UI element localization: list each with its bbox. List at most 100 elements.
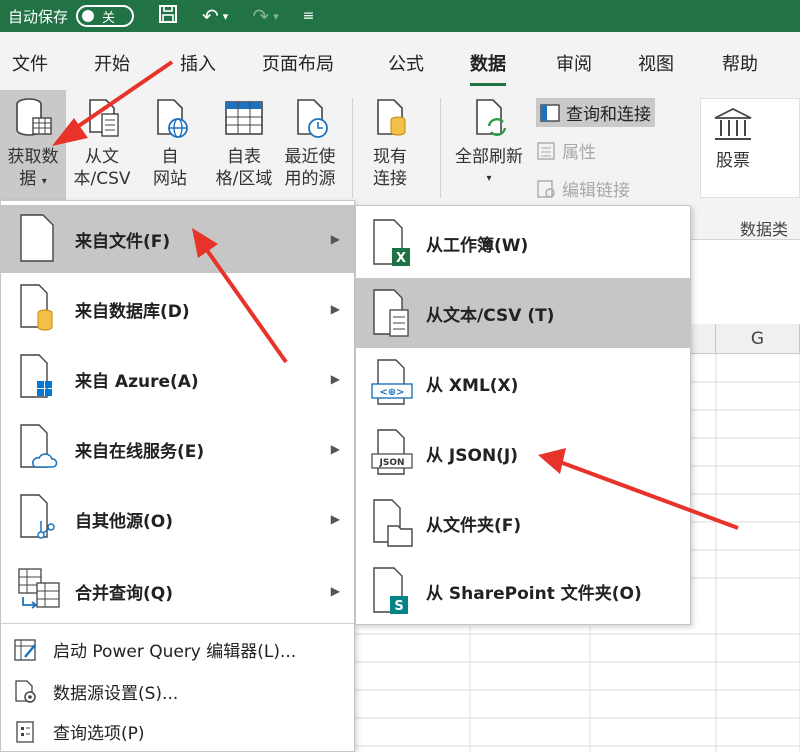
menu-separator [1,623,354,624]
menu-item-combine-queries[interactable]: 合并查询(Q) ▶ [1,557,354,625]
refresh-all-button[interactable]: 全部刷新 ▾ [448,96,530,190]
menu-item-label: 从工作簿(W) [426,235,529,256]
from-table-label-1: 自表 [227,147,261,167]
existing-connections-button[interactable]: 现有 连接 [362,96,418,190]
menu-item-from-other-sources[interactable]: 自其他源(O) ▶ [1,485,354,553]
connection-file-icon [377,99,406,136]
ribbon-tabs: 文件 开始 插入 页面布局 公式 数据 审阅 视图 帮助 [0,32,800,90]
menu-item-from-azure[interactable]: 来自 Azure(A) ▶ [1,345,354,413]
menu-item-from-file[interactable]: 来自文件(F) ▶ [1,205,354,273]
autosave-toggle[interactable]: 关 [76,5,135,27]
menu-item-launch-power-query[interactable]: 启动 Power Query 编辑器(L)... [1,629,354,669]
recent-sources-button[interactable]: 最近使 用的源 [278,96,342,190]
tab-review[interactable]: 审阅 [556,50,592,76]
sharepoint-file-icon: S [373,567,408,614]
undo-dropdown-icon[interactable]: ▾ [223,10,229,23]
tab-data[interactable]: 数据 [470,50,506,86]
properties-button[interactable]: 属性 [536,138,596,163]
get-data-button[interactable]: 获取数 据 ▾ [2,96,64,193]
undo-icon[interactable]: ↶ [202,4,219,28]
menu-item-label: 从文件夹(F) [426,515,522,536]
text-file-icon [89,99,119,137]
get-data-label-1: 获取数 [7,147,59,167]
folder-file-icon [373,499,413,547]
power-query-editor-icon [14,639,36,661]
menu-item-from-folder[interactable]: 从文件夹(F) [356,488,690,558]
edit-links-label: 编辑链接 [562,181,630,201]
submenu-arrow-icon: ▶ [330,442,340,456]
customize-toolbar-icon[interactable]: ≡ [303,8,315,24]
from-text-csv-label-2: 本/CSV [73,169,131,189]
menu-item-from-text-csv[interactable]: 从文本/CSV (T) [356,278,690,348]
stocks-label: 股票 [716,151,750,171]
tab-insert[interactable]: 插入 [180,50,216,76]
properties-icon [537,141,555,160]
menu-item-label: 自其他源(O) [75,511,173,532]
edit-links-button[interactable]: 编辑链接 [536,176,630,201]
menu-item-label: 从文本/CSV (T) [426,305,555,326]
submenu-arrow-icon: ▶ [330,512,340,526]
menu-item-from-workbook[interactable]: X 从工作簿(W) [356,208,690,278]
network-file-icon [20,494,55,539]
from-table-label-2: 格/区域 [215,169,273,189]
refresh-dropdown-icon[interactable]: ▾ [448,168,530,190]
autosave-label: 自动保存 [8,7,69,26]
title-bar: 自动保存 关 ↶ ▾ ↷ ▾ ≡ [0,0,800,32]
recent-sources-label-1: 最近使 [284,147,336,167]
bank-icon [714,107,752,140]
submenu-arrow-icon: ▶ [330,372,340,386]
menu-item-from-json[interactable]: JSON 从 JSON(J) [356,418,690,488]
menu-item-from-database[interactable]: 来自数据库(D) ▶ [1,275,354,343]
menu-item-label: 来自在线服务(E) [75,441,205,462]
menu-item-data-source-settings[interactable]: 数据源设置(S)... [1,671,354,711]
toggle-state: 关 [102,10,116,26]
column-header[interactable] [690,324,716,354]
database-file-icon [20,284,53,331]
ribbon-divider [440,98,441,198]
redo-dropdown-icon[interactable]: ▾ [273,10,279,23]
combine-queries-icon [18,568,60,609]
cloud-file-icon [20,424,58,468]
svg-text:<⊕>: <⊕> [379,387,404,398]
save-icon[interactable] [158,4,178,29]
link-icon [537,179,555,198]
tab-page-layout[interactable]: 页面布局 [262,50,334,76]
from-web-label-1: 自 [161,147,179,167]
from-text-csv-label-1: 从文 [85,147,119,167]
from-file-submenu: X 从工作簿(W) 从文本/CSV (T) <⊕> 从 XML(X) JSON … [355,205,691,625]
tab-help[interactable]: 帮助 [722,50,758,76]
menu-item-from-xml[interactable]: <⊕> 从 XML(X) [356,348,690,418]
menu-item-label: 查询选项(P) [53,723,145,744]
tab-file[interactable]: 文件 [12,50,48,76]
menu-item-label: 启动 Power Query 编辑器(L)... [53,641,297,662]
tab-view[interactable]: 视图 [638,50,674,76]
file-icon [20,214,54,262]
clock-file-icon [297,99,328,138]
table-icon [225,101,263,135]
redo-icon[interactable]: ↷ [252,4,269,28]
submenu-arrow-icon: ▶ [330,302,340,316]
menu-item-label: 来自 Azure(A) [75,371,199,392]
stocks-button[interactable]: 股票 [708,106,758,172]
from-web-button[interactable]: 自 网站 [142,96,198,190]
refresh-all-label: 全部刷新 [455,147,523,167]
globe-file-icon [157,99,188,138]
menu-item-label: 来自文件(F) [75,231,171,252]
tab-home[interactable]: 开始 [94,50,130,76]
toggle-knob [82,10,95,22]
tab-formulas[interactable]: 公式 [388,50,424,76]
menu-item-from-sharepoint-folder[interactable]: S 从 SharePoint 文件夹(O) [356,556,690,626]
properties-label: 属性 [562,143,596,163]
menu-item-query-options[interactable]: 查询选项(P) [1,711,354,751]
queries-connections-label: 查询和连接 [566,105,651,125]
column-header-g[interactable]: G [716,324,800,354]
menu-item-from-online-services[interactable]: 来自在线服务(E) ▶ [1,415,354,483]
from-table-button[interactable]: 自表 格/区域 [212,96,276,190]
existing-connections-label-2: 连接 [373,169,407,189]
from-text-csv-button[interactable]: 从文 本/CSV [68,96,136,190]
refresh-file-icon [476,99,507,136]
menu-item-label: 合并查询(Q) [75,583,173,604]
query-options-icon [16,721,34,743]
queries-connections-button[interactable]: 查询和连接 [536,98,655,127]
excel-workbook-icon: X [373,219,410,266]
